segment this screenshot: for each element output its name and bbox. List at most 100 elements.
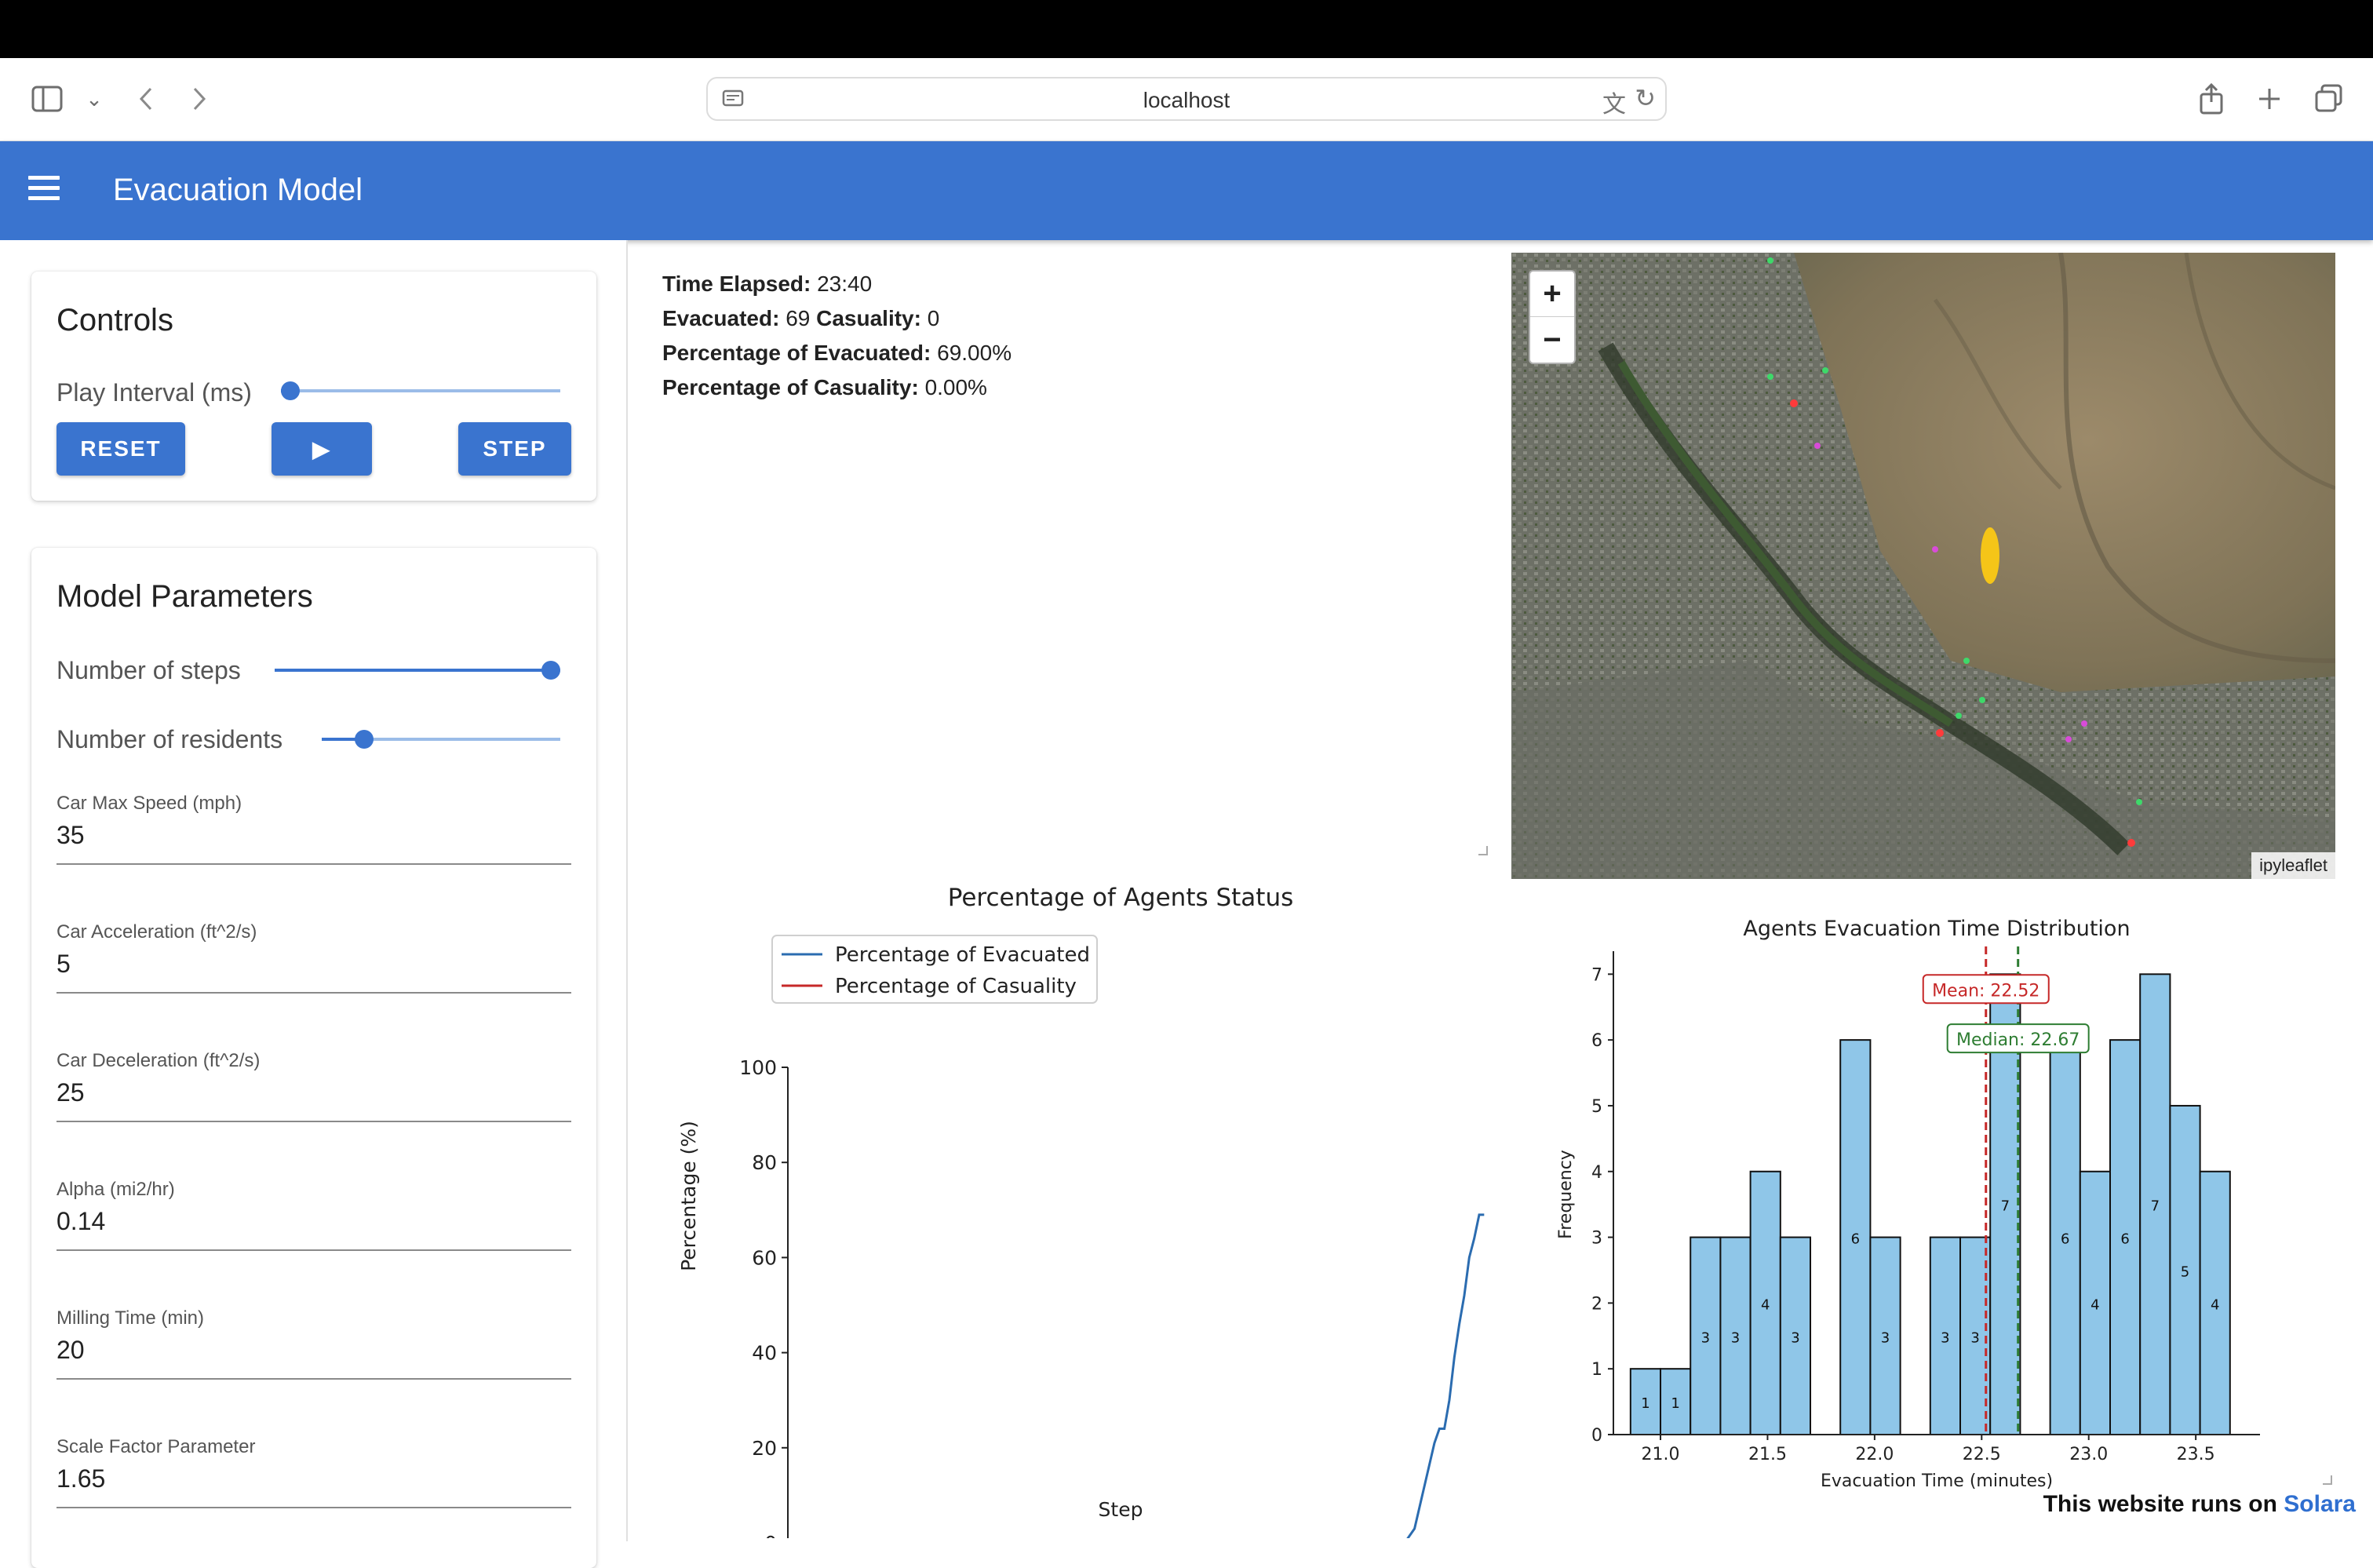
x-tick-label: 23.0: [2069, 1445, 2108, 1464]
play-interval-slider[interactable]: [281, 372, 560, 410]
chart-title: Percentage of Agents Status: [948, 884, 1294, 912]
field-value[interactable]: 1.65: [56, 1464, 105, 1493]
x-tick-label: 21.0: [1642, 1445, 1680, 1464]
os-menubar: [0, 0, 2373, 58]
legend-label-casualty: Percentage of Casuality: [835, 975, 1077, 998]
bar-count-label: 3: [1941, 1329, 1949, 1346]
field-value[interactable]: 0.14: [56, 1207, 105, 1236]
resize-handle-icon[interactable]: [1478, 846, 1488, 855]
steps-label: Number of steps: [56, 656, 241, 684]
menu-icon[interactable]: [25, 170, 63, 210]
y-tick-label: 2: [1591, 1294, 1602, 1314]
bar-count-label: 5: [2181, 1264, 2189, 1280]
share-icon[interactable]: [2188, 75, 2235, 122]
milling-time-field[interactable]: Milling Time (min) 20: [56, 1307, 571, 1425]
time-elapsed-value: 23:40: [817, 272, 873, 296]
tab-overview-icon[interactable]: [2306, 75, 2353, 122]
zoom-out-button[interactable]: −: [1530, 317, 1574, 363]
field-value[interactable]: 20: [56, 1336, 85, 1365]
bar-count-label: 6: [1851, 1231, 1860, 1248]
bar-count-label: 3: [1970, 1329, 1979, 1346]
casualty-value: 0: [927, 306, 940, 330]
car-max-speed-field[interactable]: Car Max Speed (mph) 35: [56, 793, 571, 910]
map-imagery: [1511, 253, 2335, 879]
bar-count-label: 3: [1791, 1329, 1799, 1346]
reset-button[interactable]: RESET: [56, 422, 185, 476]
app-bar: Evacuation Model: [0, 141, 2373, 240]
field-value[interactable]: 5: [56, 950, 71, 979]
map-attribution[interactable]: ipyleaflet: [2251, 852, 2335, 879]
y-tick-label: 4: [1591, 1163, 1602, 1183]
chart-legend: Percentage of Evacuated Percentage of Ca…: [771, 935, 1098, 1004]
bar-count-label: 4: [2211, 1296, 2219, 1313]
chevron-down-icon[interactable]: ⌄: [71, 75, 118, 122]
solara-link[interactable]: Solara: [2284, 1491, 2356, 1517]
casualty-label: Casuality:: [816, 306, 921, 330]
pct-casualty-label: Percentage of Casuality:: [662, 375, 919, 399]
bar-count-label: 7: [2001, 1198, 2010, 1215]
pct-evacuated-value: 69.00%: [937, 341, 1012, 365]
bar-count-label: 3: [1731, 1329, 1740, 1346]
steps-slider[interactable]: [275, 651, 560, 689]
y-tick-label: 5: [1591, 1097, 1602, 1117]
new-tab-icon[interactable]: [2246, 75, 2293, 122]
url-text: localhost: [1143, 88, 1230, 112]
y-tick-label: 6: [1591, 1031, 1602, 1051]
slider-thumb[interactable]: [541, 661, 560, 680]
satellite-map[interactable]: + − ipyleaflet: [1511, 253, 2335, 879]
x-axis-label: Evacuation Time (minutes): [1821, 1471, 2053, 1491]
model-parameters-title: Model Parameters: [56, 579, 313, 614]
residents-slider[interactable]: [322, 720, 560, 758]
y-tick-label: 3: [1591, 1229, 1602, 1249]
sidebar-toggle-icon[interactable]: [24, 75, 71, 122]
bar-count-label: 3: [1881, 1329, 1890, 1346]
y-axis-label: Percentage (%): [677, 1121, 700, 1271]
slider-thumb[interactable]: [281, 381, 300, 400]
car-acceleration-field[interactable]: Car Acceleration (ft^2/s) 5: [56, 921, 571, 1039]
step-button[interactable]: STEP: [458, 422, 571, 476]
y-tick-label: 1: [1591, 1360, 1602, 1380]
bar-count-label: 3: [1701, 1329, 1710, 1346]
agents-status-chart: Percentage of Agents Status Step Percent…: [677, 884, 1485, 1538]
pct-casualty-value: 0.00%: [924, 375, 987, 399]
sidebar: Controls Play Interval (ms) RESET ▶ STEP…: [0, 240, 628, 1568]
alpha-field[interactable]: Alpha (mi2/hr) 0.14: [56, 1179, 571, 1296]
field-label: Car Max Speed (mph): [56, 793, 242, 814]
zoom-in-button[interactable]: +: [1530, 272, 1574, 317]
simulation-stats: Time Elapsed: 23:40 Evacuated: 69 Casual…: [662, 267, 1012, 405]
scale-factor-field[interactable]: Scale Factor Parameter 1.65: [56, 1436, 571, 1554]
x-tick-label: 23.5: [2177, 1445, 2215, 1464]
evacuated-label: Evacuated:: [662, 306, 780, 330]
car-deceleration-field[interactable]: Car Deceleration (ft^2/s) 25: [56, 1050, 571, 1168]
field-label: Car Acceleration (ft^2/s): [56, 921, 257, 943]
legend-label-evacuated: Percentage of Evacuated: [835, 943, 1090, 967]
translate-icon[interactable]: 文: [1602, 85, 1626, 119]
address-bar[interactable]: localhost 文 ↻: [706, 77, 1667, 121]
field-label: Alpha (mi2/hr): [56, 1179, 175, 1200]
reload-icon[interactable]: ↻: [1635, 83, 1656, 113]
evacuated-value: 69: [786, 306, 811, 330]
x-tick-label: 22.0: [1855, 1445, 1894, 1464]
bar-count-label: 4: [2090, 1296, 2099, 1313]
bar-count-label: 1: [1671, 1395, 1679, 1412]
resize-handle-icon[interactable]: [2323, 1475, 2332, 1485]
series-line: [1406, 1213, 1485, 1538]
solara-footer: This website runs on Solara: [2043, 1491, 2356, 1518]
y-tick-label: 20: [752, 1437, 777, 1460]
y-axis-label: Frequency: [1556, 1150, 1576, 1239]
field-label: Car Deceleration (ft^2/s): [56, 1050, 261, 1071]
field-label: Milling Time (min): [56, 1307, 205, 1329]
controls-title: Controls: [56, 303, 173, 337]
field-value[interactable]: 35: [56, 821, 85, 850]
field-value[interactable]: 25: [56, 1078, 85, 1107]
back-icon[interactable]: [122, 75, 170, 122]
play-interval-label: Play Interval (ms): [56, 378, 252, 407]
forward-icon[interactable]: [176, 75, 223, 122]
app-title: Evacuation Model: [113, 173, 363, 207]
slider-thumb[interactable]: [355, 730, 374, 749]
bar-count-label: 6: [2061, 1231, 2069, 1248]
y-tick-label: 80: [752, 1151, 777, 1174]
play-button[interactable]: ▶: [272, 422, 372, 476]
median-label: Median: 22.67: [1956, 1030, 2080, 1050]
mean-label: Mean: 22.52: [1932, 981, 2039, 1001]
